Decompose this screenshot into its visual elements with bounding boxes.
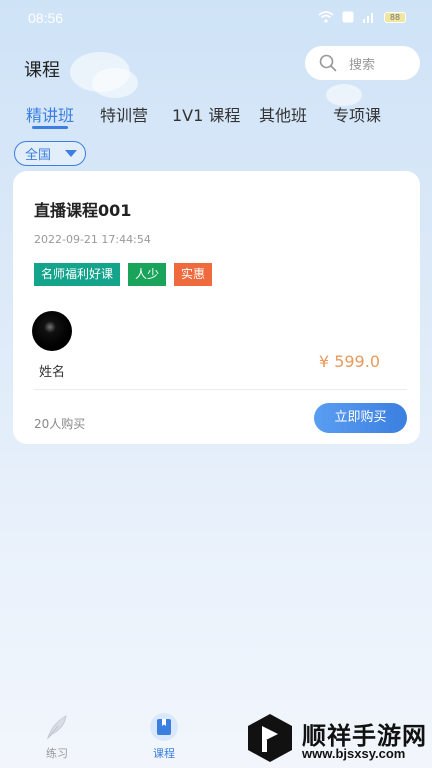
course-datetime: 2022-09-21 17:44:54 bbox=[34, 233, 151, 246]
card-divider bbox=[34, 389, 407, 390]
course-card[interactable]: 直播课程001 2022-09-21 17:44:54 名师福利好课 人少 实惠… bbox=[13, 171, 420, 444]
wifi-icon bbox=[318, 11, 334, 23]
course-title: 直播课程001 bbox=[34, 201, 132, 220]
nav-item-practice[interactable]: 练习 bbox=[27, 706, 87, 761]
book-icon bbox=[150, 713, 178, 741]
battery-icon: 88 bbox=[384, 11, 406, 23]
buy-now-button[interactable]: 立即购买 bbox=[314, 403, 407, 433]
feather-icon bbox=[46, 715, 67, 740]
tab-active-indicator bbox=[32, 126, 68, 129]
tag-badge: 实惠 bbox=[174, 263, 213, 286]
chevron-down-icon bbox=[65, 150, 77, 157]
hd-icon bbox=[342, 11, 354, 23]
search-icon bbox=[319, 54, 337, 72]
region-select[interactable]: 全国 bbox=[14, 141, 86, 166]
tab-other-class[interactable]: 其他班 bbox=[259, 102, 307, 126]
tab-1v1[interactable]: 1V1 课程 bbox=[172, 102, 240, 126]
watermark-logo-icon bbox=[248, 714, 292, 762]
watermark-url: www.bjsxsy.com bbox=[302, 746, 406, 761]
buyer-count: 20人购买 bbox=[34, 417, 86, 431]
search-input[interactable]: 搜索 bbox=[305, 46, 420, 80]
teacher-avatar bbox=[32, 311, 72, 351]
tab-texunying[interactable]: 特训营 bbox=[100, 102, 148, 126]
nav-item-courses[interactable]: 课程 bbox=[134, 706, 194, 761]
region-select-value: 全国 bbox=[25, 148, 52, 163]
tag-badge: 人少 bbox=[128, 263, 167, 286]
tab-special[interactable]: 专项课 bbox=[333, 102, 381, 126]
course-tabs: 精讲班 特训营 1V1 课程 其他班 专项课 bbox=[0, 100, 432, 130]
course-tags: 名师福利好课 人少 实惠 bbox=[34, 263, 213, 286]
tab-jingjiang[interactable]: 精讲班 bbox=[26, 102, 74, 126]
nav-label: 课程 bbox=[153, 747, 175, 760]
status-time: 08:56 bbox=[28, 10, 64, 26]
teacher-name: 姓名 bbox=[39, 365, 66, 380]
signal-icon bbox=[363, 13, 373, 23]
nav-label: 练习 bbox=[46, 747, 68, 760]
search-placeholder: 搜索 bbox=[349, 57, 376, 73]
watermark: 顺祥手游网 www.bjsxsy.com bbox=[244, 708, 432, 768]
status-bar: 08:56 88 bbox=[0, 0, 432, 36]
course-price: ¥ 599.0 bbox=[318, 352, 380, 371]
status-icons: 88 bbox=[318, 11, 406, 23]
page-title: 课程 bbox=[24, 60, 60, 81]
tag-badge: 名师福利好课 bbox=[34, 263, 121, 286]
cloud-decoration bbox=[92, 68, 138, 98]
